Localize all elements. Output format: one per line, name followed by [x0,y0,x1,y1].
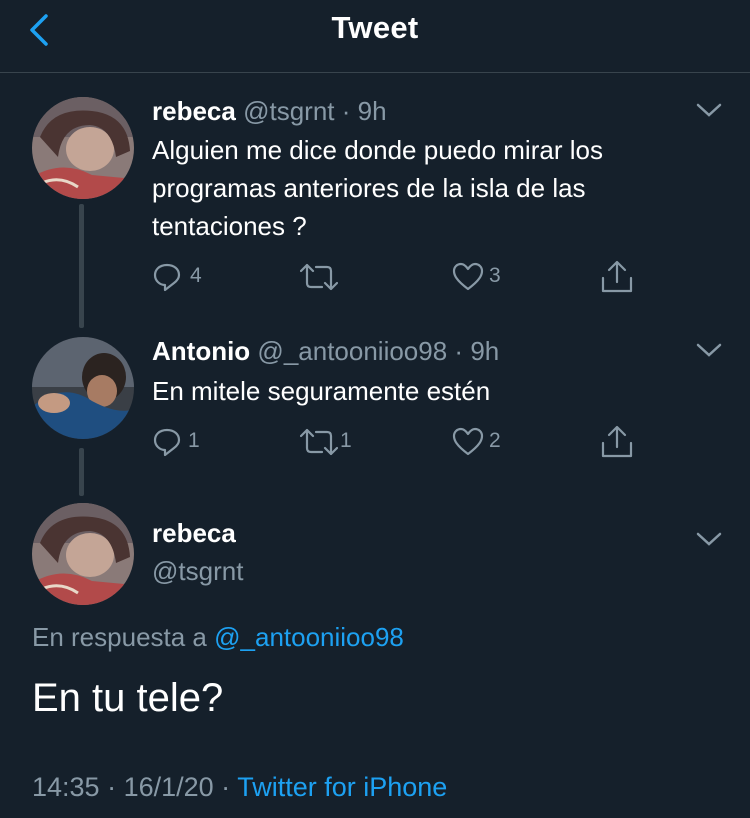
reply-context: En respuesta a @_antooniioo98 [32,622,404,652]
author-handle: @tsgrnt [243,96,335,126]
avatar[interactable] [32,97,134,199]
share-button[interactable] [600,260,634,293]
thread-connector [79,204,84,328]
like-icon [452,262,484,291]
reply-button[interactable]: 1 [152,427,212,459]
like-count: 3 [489,264,501,287]
retweet-button[interactable]: 1 [300,427,360,459]
tweet-timestamp: 14:35 [32,772,100,802]
tweet-time: 9h [470,336,500,366]
avatar[interactable] [32,337,134,439]
focused-tweet-text: En tu tele? [32,676,224,720]
tweet-meta: 14:35 · 16/1/20 · Twitter for iPhone [32,772,448,802]
author-name: rebeca [152,96,236,126]
like-button[interactable]: 3 [452,262,512,294]
retweet-icon [300,263,338,291]
retweet-count: 1 [340,429,352,452]
focused-author-handle: @tsgrnt [152,556,244,586]
author-handle: @_antooniioo98 [257,336,448,366]
like-button[interactable]: 2 [452,427,512,459]
tweet-author[interactable]: Antonio @_antooniioo98 · 9h [152,336,499,367]
share-icon [601,260,633,293]
tweet-text: En mitele seguramente estén [152,376,491,406]
reply-button[interactable]: 4 [152,262,212,294]
page-title: Tweet [331,10,419,45]
reply-icon [153,263,181,292]
author-name: Antonio [152,336,251,366]
retweet-icon [300,428,338,456]
focused-author-name[interactable]: rebeca [152,518,236,549]
reply-to-handle-link[interactable]: @_antooniioo98 [214,622,404,652]
thread-connector [79,448,84,496]
top-bar: Tweet [0,0,750,73]
avatar[interactable] [32,503,134,605]
chevron-down-icon[interactable] [696,342,722,358]
chevron-down-icon[interactable] [696,102,722,118]
tweet-author[interactable]: rebeca @tsgrnt · 9h [152,96,387,127]
tweet-date: 16/1/20 [123,772,214,802]
tweet-time: 9h [357,96,387,126]
reply-count: 4 [190,264,202,287]
like-icon [452,427,484,456]
chevron-down-icon[interactable] [696,531,722,547]
like-count: 2 [489,429,501,452]
share-icon [601,425,633,458]
tweet-text: Alguien me dice donde puedo mirar los pr… [152,135,603,241]
reply-count: 1 [188,429,200,452]
share-button[interactable] [600,425,634,458]
retweet-button[interactable] [300,262,360,294]
tweet-source-link[interactable]: Twitter for iPhone [237,772,447,802]
reply-icon [153,428,181,457]
